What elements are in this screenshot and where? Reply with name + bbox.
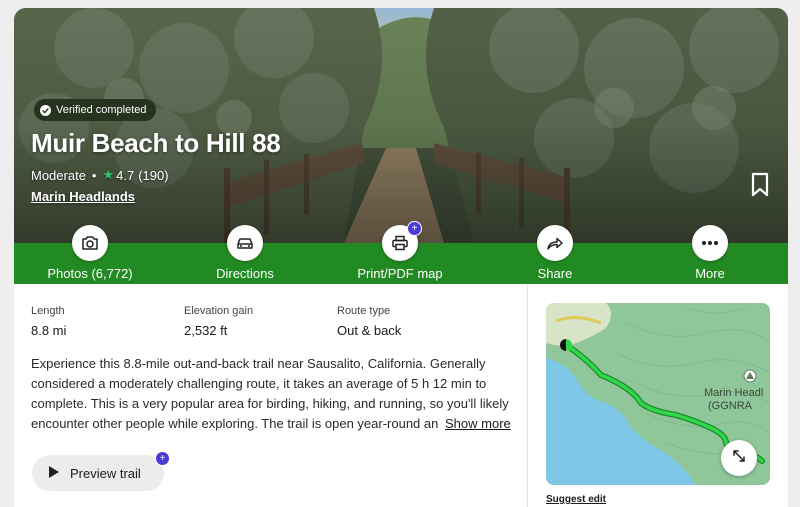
review-count[interactable]: (190)	[138, 168, 168, 183]
preview-trail-label: Preview trail	[70, 465, 141, 481]
stat-route-type: Route type Out & back	[337, 305, 401, 338]
trail-bridge-photo	[14, 8, 788, 243]
premium-badge: +	[407, 221, 422, 236]
show-more-link[interactable]: Show more	[439, 414, 511, 434]
stat-value: 8.8 mi	[31, 323, 67, 338]
stat-label: Route type	[337, 305, 391, 317]
park-link[interactable]: Marin Headlands	[31, 189, 135, 204]
column-divider	[527, 284, 528, 507]
stat-label: Length	[31, 305, 65, 317]
photos-label: Photos (6,772)	[47, 266, 133, 281]
trail-meta: Moderate • ★ 4.7 (190)	[31, 167, 169, 183]
verified-completed-badge: Verified completed	[34, 99, 156, 121]
play-icon	[48, 465, 60, 482]
photos-button[interactable]: Photos (6,772)	[20, 225, 160, 281]
stat-elevation: Elevation gain 2,532 ft	[184, 305, 253, 338]
expand-map-button[interactable]	[721, 440, 757, 476]
star-icon: ★	[102, 167, 115, 182]
directions-label: Directions	[216, 266, 274, 281]
stat-value: Out & back	[337, 323, 402, 338]
more-button[interactable]: More	[640, 225, 780, 281]
print-map-label: Print/PDF map	[357, 266, 443, 281]
trail-description: Experience this 8.8-mile out-and-back tr…	[31, 356, 509, 431]
hero-photo[interactable]: Verified completed Muir Beach to Hill 88…	[14, 8, 788, 243]
stat-value: 2,532 ft	[184, 323, 228, 338]
bookmark-icon[interactable]	[749, 172, 771, 203]
preview-trail-button[interactable]: Preview trail +	[32, 451, 170, 491]
camera-icon	[72, 225, 108, 261]
map-label: (GGNRA	[708, 400, 752, 412]
meta-separator: •	[91, 167, 97, 183]
suggest-edit-link[interactable]: Suggest edit	[546, 494, 606, 505]
stat-label: Elevation gain	[184, 305, 254, 317]
expand-icon	[731, 448, 747, 469]
map-label: Marin Headl	[704, 387, 764, 399]
directions-button[interactable]: Directions	[175, 225, 315, 281]
share-label: Share	[537, 266, 573, 281]
action-bar: Photos (6,772) Directions + Print/PDF ma…	[14, 221, 788, 284]
print-map-button[interactable]: + Print/PDF map	[330, 221, 470, 281]
premium-badge: +	[155, 451, 170, 466]
printer-icon: +	[382, 221, 422, 261]
more-dots-icon	[692, 225, 728, 261]
more-label: More	[695, 266, 725, 281]
car-icon	[227, 225, 263, 261]
trail-title: Muir Beach to Hill 88	[31, 128, 281, 158]
share-arrow-icon	[537, 225, 573, 261]
difficulty: Moderate	[31, 167, 86, 183]
rating: 4.7	[116, 167, 135, 183]
badge-label: Verified completed	[56, 104, 147, 116]
trail-card: Verified completed Muir Beach to Hill 88…	[14, 8, 788, 507]
checkmark-icon	[40, 104, 51, 116]
stat-length: Length 8.8 mi	[31, 305, 66, 338]
share-button[interactable]: Share	[485, 225, 625, 281]
